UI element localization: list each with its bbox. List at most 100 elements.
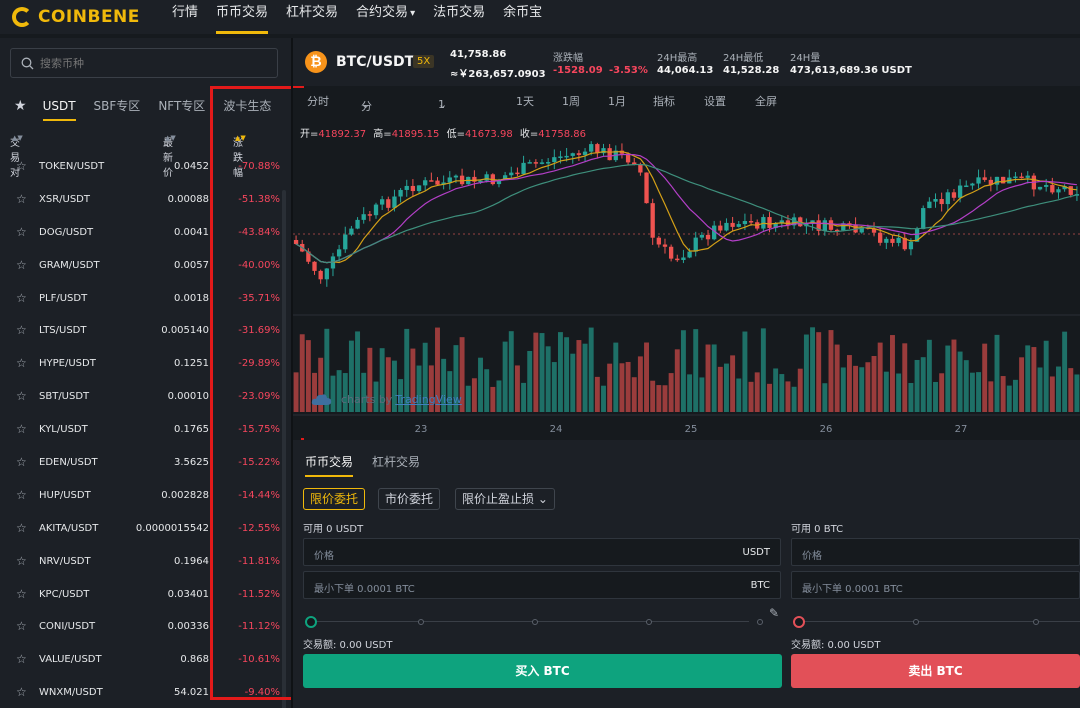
favorite-star-icon[interactable]: ☆ (16, 356, 27, 370)
volume-bar (994, 334, 1000, 412)
favorite-star-icon[interactable]: ☆ (16, 685, 27, 699)
nav-margin-trading[interactable]: 杠杆交易 (286, 0, 338, 34)
favorite-star-icon[interactable]: ☆ (16, 554, 27, 568)
candle-body (564, 155, 569, 158)
market-row[interactable]: ☆ HUP/USDT 0.002828 -14.44% (0, 479, 291, 512)
fullscreen-button[interactable]: 全屏 (755, 93, 777, 109)
market-row[interactable]: ☆ PLF/USDT 0.0018 -35.71% (0, 282, 291, 315)
tradingview-link[interactable]: TradingView (395, 393, 461, 406)
volume-bar (465, 385, 471, 412)
favorite-star-icon[interactable]: ☆ (16, 455, 27, 469)
favorite-star-icon[interactable]: ☆ (16, 323, 27, 337)
buy-price-field[interactable]: 价格 USDT (303, 538, 781, 566)
candle-body (933, 198, 938, 202)
interval-1w[interactable]: 1周 (562, 93, 580, 109)
order-type-market[interactable]: 市价委托 (378, 488, 441, 510)
slider-knob[interactable] (793, 616, 805, 628)
tab-polkadot[interactable]: 波卡生态 (223, 91, 271, 121)
sell-price-field[interactable]: 价格 (791, 538, 1080, 566)
slider-step[interactable] (757, 619, 763, 625)
settings-button[interactable]: 设置 (704, 93, 726, 109)
sell-amount-slider[interactable] (793, 616, 1080, 628)
market-row[interactable]: ☆ VALUE/USDT 0.868 -10.61% (0, 643, 291, 676)
market-row[interactable]: ☆ HYPE/USDT 0.1251 -29.89% (0, 347, 291, 380)
slider-step[interactable] (532, 619, 538, 625)
buy-btc-button[interactable]: 买入 BTC (303, 654, 782, 688)
volume-bar (471, 378, 477, 412)
market-row[interactable]: ☆ EDEN/USDT 3.5625 -15.22% (0, 446, 291, 479)
favorite-star-icon[interactable]: ☆ (16, 422, 27, 436)
tab-margin[interactable]: 杠杆交易 (372, 453, 420, 470)
sell-quantity-field[interactable]: 最小下单 0.0001 BTC (791, 571, 1080, 599)
favorite-star-icon[interactable]: ☆ (16, 619, 27, 633)
candlestick-chart[interactable]: 23 24 25 26 27 (293, 112, 1080, 438)
buy-price-unit: USDT (742, 547, 770, 558)
market-search[interactable] (10, 48, 278, 78)
favorite-star-icon[interactable]: ☆ (16, 587, 27, 601)
candle-body (724, 222, 729, 231)
volume-bar (840, 367, 846, 412)
slider-step[interactable] (913, 619, 919, 625)
tab-spot[interactable]: 币币交易 (305, 453, 354, 477)
indicators-button[interactable]: 指标 (653, 93, 675, 109)
low-label: 24H最低 (723, 53, 764, 64)
edit-pencil-icon[interactable]: ✎ (769, 606, 779, 620)
interval-1d[interactable]: 1天 (516, 93, 534, 109)
brand-logo[interactable]: COINBENE (12, 7, 172, 27)
favorite-star-icon[interactable]: ☆ (16, 225, 27, 239)
market-row[interactable]: ☆ NRV/USDT 0.1964 -11.81% (0, 545, 291, 578)
market-row[interactable]: ☆ DOG/USDT 0.0041 -43.84% (0, 216, 291, 249)
slider-step[interactable] (1033, 619, 1039, 625)
nav-savings[interactable]: 余币宝 (503, 0, 542, 34)
market-row[interactable]: ☆ GRAM/USDT 0.0057 -40.00% (0, 249, 291, 282)
nav-contract-trading[interactable]: 合约交易 ▾ (356, 0, 415, 34)
buy-quantity-field[interactable]: 最小下单 0.0001 BTC BTC (303, 571, 781, 599)
volume-bar (908, 382, 914, 412)
favorite-star-icon[interactable]: ☆ (16, 652, 27, 666)
order-type-stop-limit[interactable]: 限价止盈止损 ⌄ (455, 488, 555, 510)
market-row[interactable]: ☆ AKITA/USDT 0.0000015542 -12.55% (0, 512, 291, 545)
volume-bar (1031, 347, 1037, 412)
market-row[interactable]: ☆ SBT/USDT 0.00010 -23.09% (0, 380, 291, 413)
market-row[interactable]: ☆ KPC/USDT 0.03401 -11.52% (0, 578, 291, 611)
market-row[interactable]: ☆ WNXM/USDT 54.021 -9.40% (0, 676, 291, 708)
slider-knob[interactable] (305, 616, 317, 628)
search-input[interactable] (40, 56, 260, 70)
market-row[interactable]: ☆ TOKEN/USDT 0.0452 -70.88% (0, 150, 291, 183)
nav-market[interactable]: 行情 (172, 0, 198, 34)
market-row[interactable]: ☆ LTS/USDT 0.005140 -31.69% (0, 314, 291, 347)
nav-fiat-trading[interactable]: 法币交易 (433, 0, 485, 34)
favorite-star-icon[interactable]: ☆ (16, 389, 27, 403)
favorite-star-icon[interactable]: ☆ (16, 488, 27, 502)
buy-amount-slider[interactable] (305, 616, 763, 628)
interval-1m[interactable]: 1月 (608, 93, 626, 109)
tab-usdt[interactable]: USDT (42, 91, 76, 121)
sell-btc-button[interactable]: 卖出 BTC (791, 654, 1080, 688)
nav-spot-trading[interactable]: 币币交易 (216, 0, 269, 34)
candle-body (398, 189, 403, 197)
interval-line[interactable]: 分时 (307, 93, 329, 109)
volume-bar (933, 381, 938, 412)
volume-bar (773, 368, 779, 412)
favorite-star-icon[interactable]: ☆ (16, 291, 27, 305)
volume-bar (637, 356, 643, 412)
market-row[interactable]: ☆ KYL/USDT 0.1765 -15.75% (0, 413, 291, 446)
market-row[interactable]: ☆ CONI/USDT 0.00336 -11.12% (0, 610, 291, 643)
favorites-star-icon[interactable]: ★ (14, 98, 27, 114)
order-type-limit[interactable]: 限价委托 (303, 488, 366, 510)
candle-body (890, 238, 895, 243)
slider-step[interactable] (646, 619, 652, 625)
market-list-scrollbar[interactable] (282, 190, 286, 708)
pair-symbol[interactable]: BTC/USDT (336, 54, 414, 70)
favorite-star-icon[interactable]: ☆ (16, 159, 27, 173)
tab-nft[interactable]: NFT专区 (158, 91, 205, 121)
last-price: 41,758.86 (450, 49, 507, 60)
slider-step[interactable] (418, 619, 424, 625)
candle-body (945, 192, 950, 205)
favorite-star-icon[interactable]: ☆ (16, 192, 27, 206)
favorite-star-icon[interactable]: ☆ (16, 521, 27, 535)
tab-sbf[interactable]: SBF专区 (94, 91, 141, 121)
market-row[interactable]: ☆ XSR/USDT 0.00088 -51.38% (0, 183, 291, 216)
price-chart[interactable]: 23 24 25 26 27 (293, 112, 1080, 438)
favorite-star-icon[interactable]: ☆ (16, 258, 27, 272)
